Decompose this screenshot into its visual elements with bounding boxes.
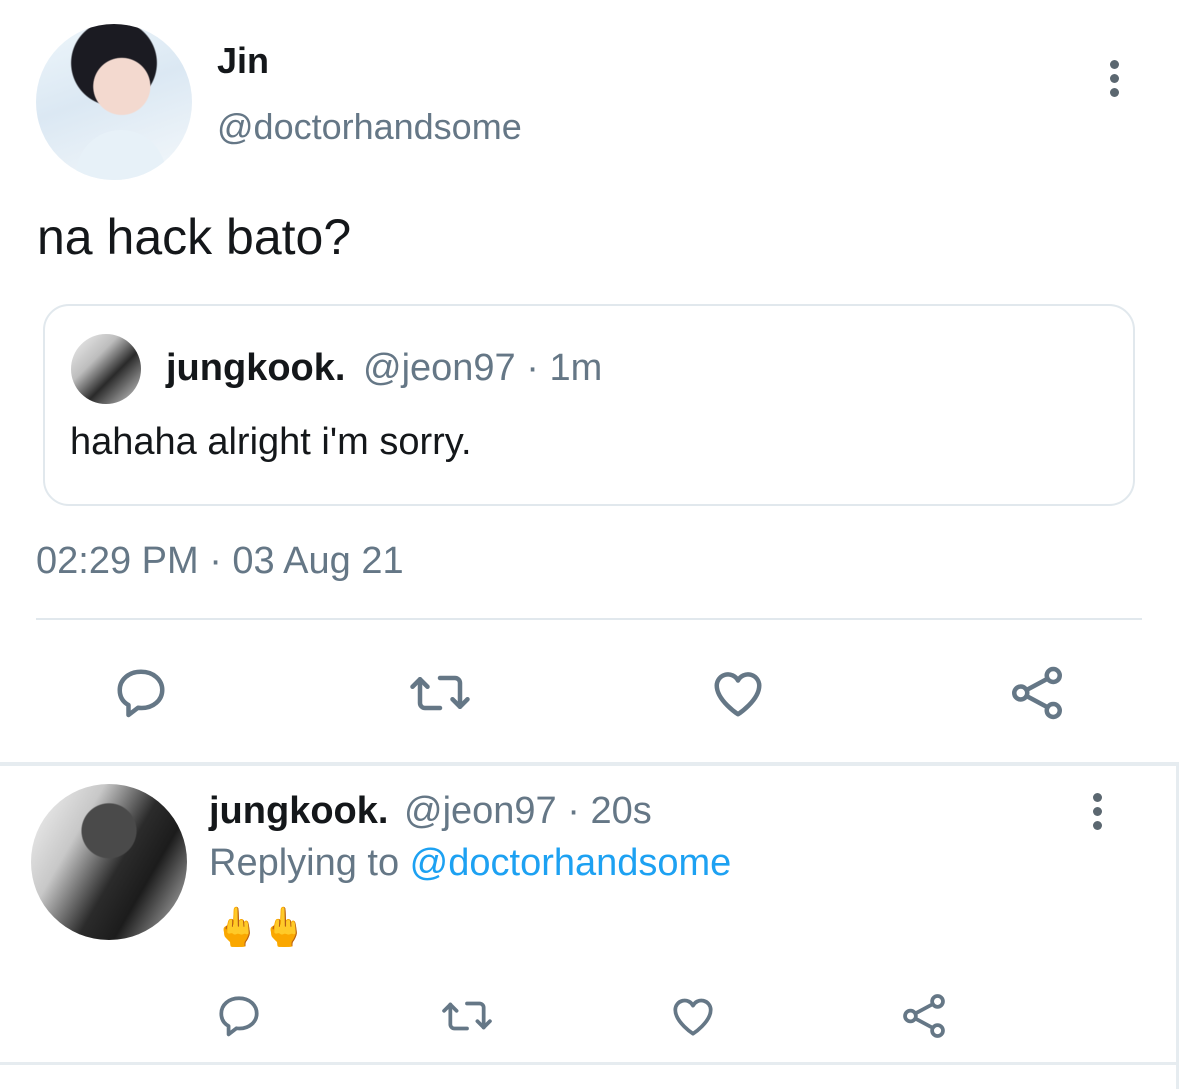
reply-author-meta: @jeon97 · 20s [404, 790, 652, 832]
reply-icon [219, 996, 259, 1037]
reply-text: 🖕🖕 [213, 907, 308, 949]
divider [36, 618, 1142, 620]
replying-to-mention[interactable]: @doctorhandsome [410, 842, 732, 884]
replying-to-label: Replying to [209, 842, 410, 884]
quoted-author-name: jungkook. [166, 347, 346, 389]
author-avatar[interactable] [36, 24, 192, 180]
heart-icon [714, 672, 762, 717]
like-button[interactable] [705, 660, 771, 726]
retweet-button[interactable] [436, 988, 498, 1044]
like-button[interactable] [665, 988, 721, 1044]
retweet-icon [442, 1001, 492, 1031]
share-icon [903, 994, 945, 1038]
quoted-author-avatar [71, 334, 141, 404]
more-vertical-icon [1092, 793, 1102, 802]
tweet-text: na hack bato? [37, 209, 352, 265]
quoted-tweet-card[interactable]: jungkook. @jeon97 · 1m hahaha alright i'… [43, 304, 1135, 506]
heart-icon [673, 998, 713, 1036]
retweet-icon [410, 675, 470, 711]
reply-button[interactable] [211, 988, 267, 1044]
share-button[interactable] [1004, 660, 1070, 726]
more-vertical-icon [1109, 60, 1119, 69]
tweet-timestamp: 02:29 PM · 03 Aug 21 [36, 540, 404, 582]
share-button[interactable] [896, 988, 952, 1044]
main-tweet: Jin @doctorhandsome na hack bato? jungko… [0, 0, 1179, 765]
reply-author-name[interactable]: jungkook. [209, 790, 388, 833]
reply-author-avatar[interactable] [31, 784, 187, 940]
author-handle[interactable]: @doctorhandsome [217, 106, 522, 148]
reply-button[interactable] [108, 660, 174, 726]
replying-to: Replying to @doctorhandsome [209, 842, 731, 885]
quoted-tweet-text: hahaha alright i'm sorry. [70, 421, 472, 463]
author-name[interactable]: Jin [217, 40, 269, 82]
share-icon [1012, 666, 1062, 720]
retweet-button[interactable] [405, 660, 475, 726]
reply-more-options-button[interactable] [1087, 793, 1107, 830]
divider [0, 1062, 1179, 1065]
quoted-author-meta: @jeon97 · 1m [363, 347, 603, 389]
divider [0, 762, 1179, 766]
reply-icon [117, 669, 165, 718]
more-options-button[interactable] [1104, 60, 1124, 97]
